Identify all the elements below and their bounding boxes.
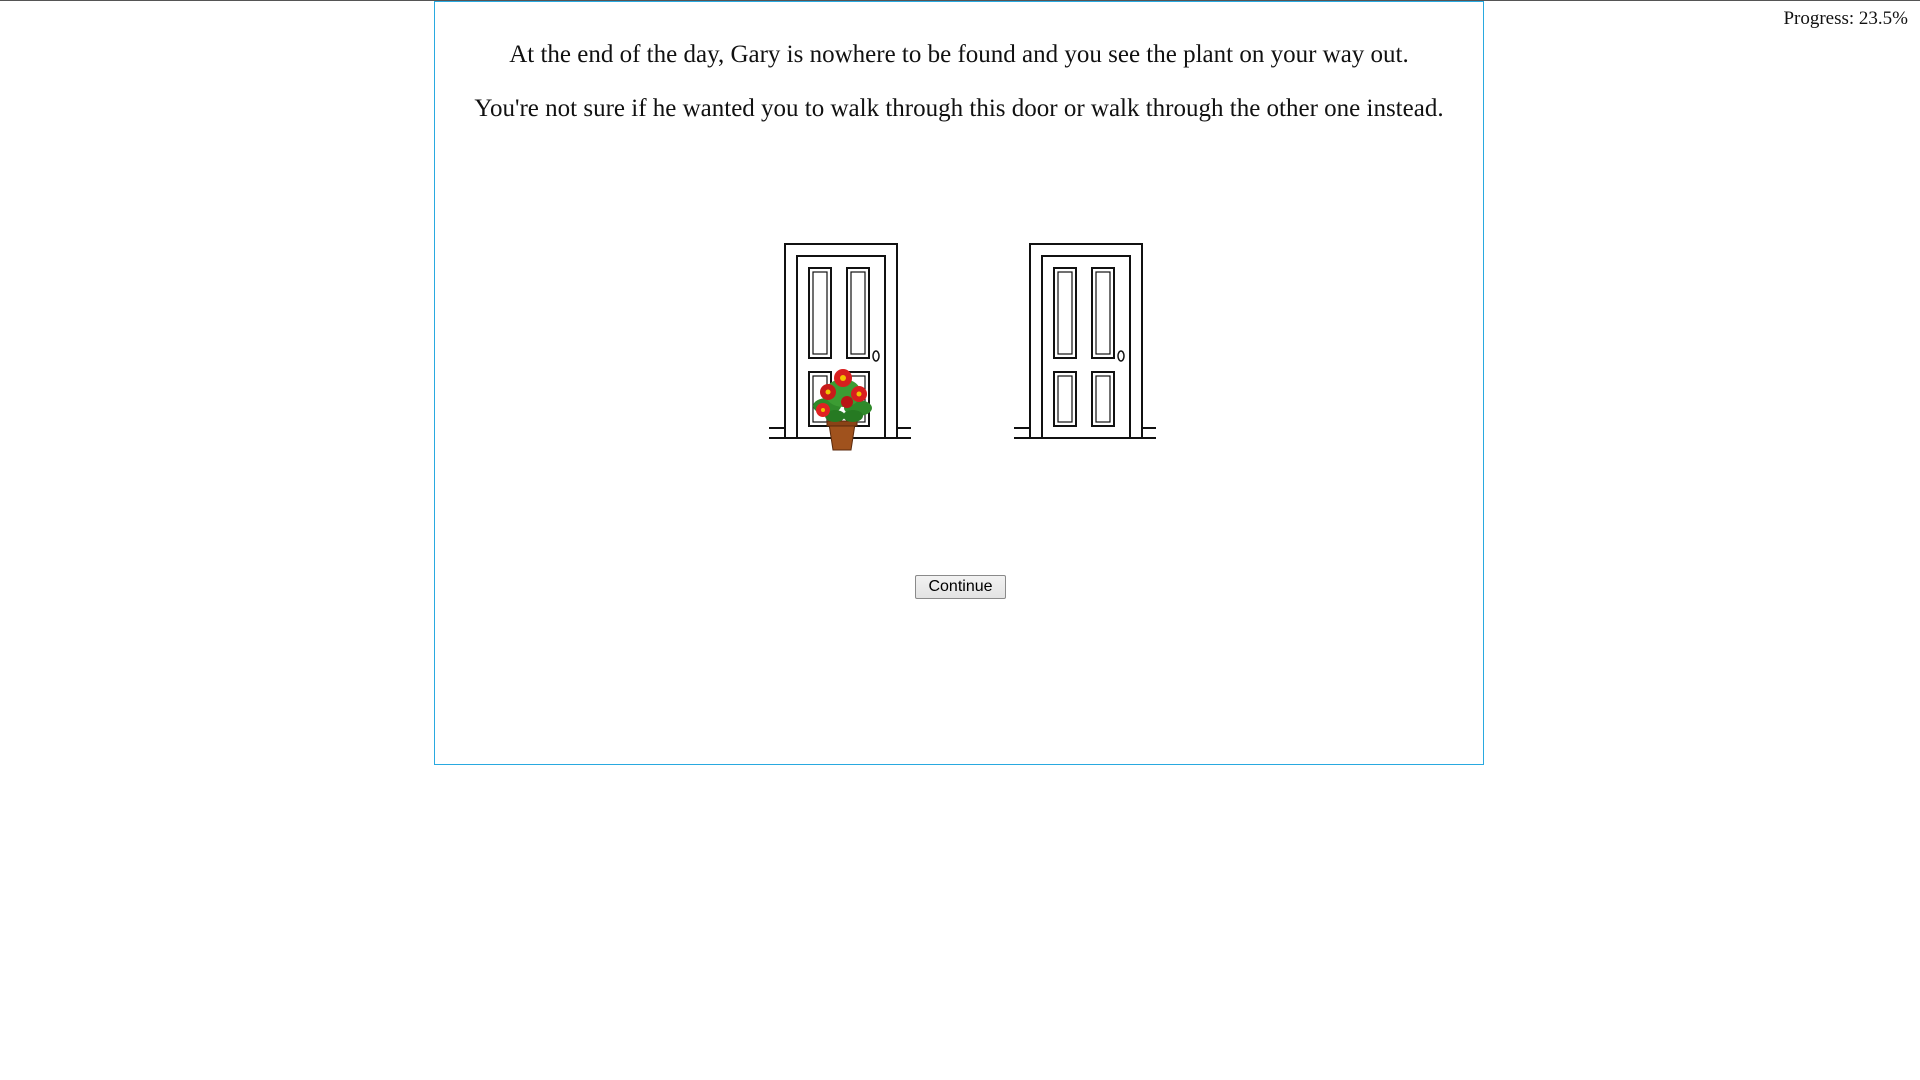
- door-icon: [1014, 243, 1156, 439]
- progress-indicator: Progress: 23.5%: [1783, 8, 1908, 29]
- door-icon: [769, 243, 911, 451]
- story-panel: At the end of the day, Gary is nowhere t…: [434, 1, 1484, 765]
- left-door-with-plant: [765, 238, 915, 458]
- story-line-1: At the end of the day, Gary is nowhere t…: [509, 41, 1409, 68]
- story-line-2: You're not sure if he wanted you to walk…: [474, 95, 1444, 122]
- continue-button[interactable]: Continue: [915, 575, 1006, 599]
- right-door: [1010, 238, 1160, 458]
